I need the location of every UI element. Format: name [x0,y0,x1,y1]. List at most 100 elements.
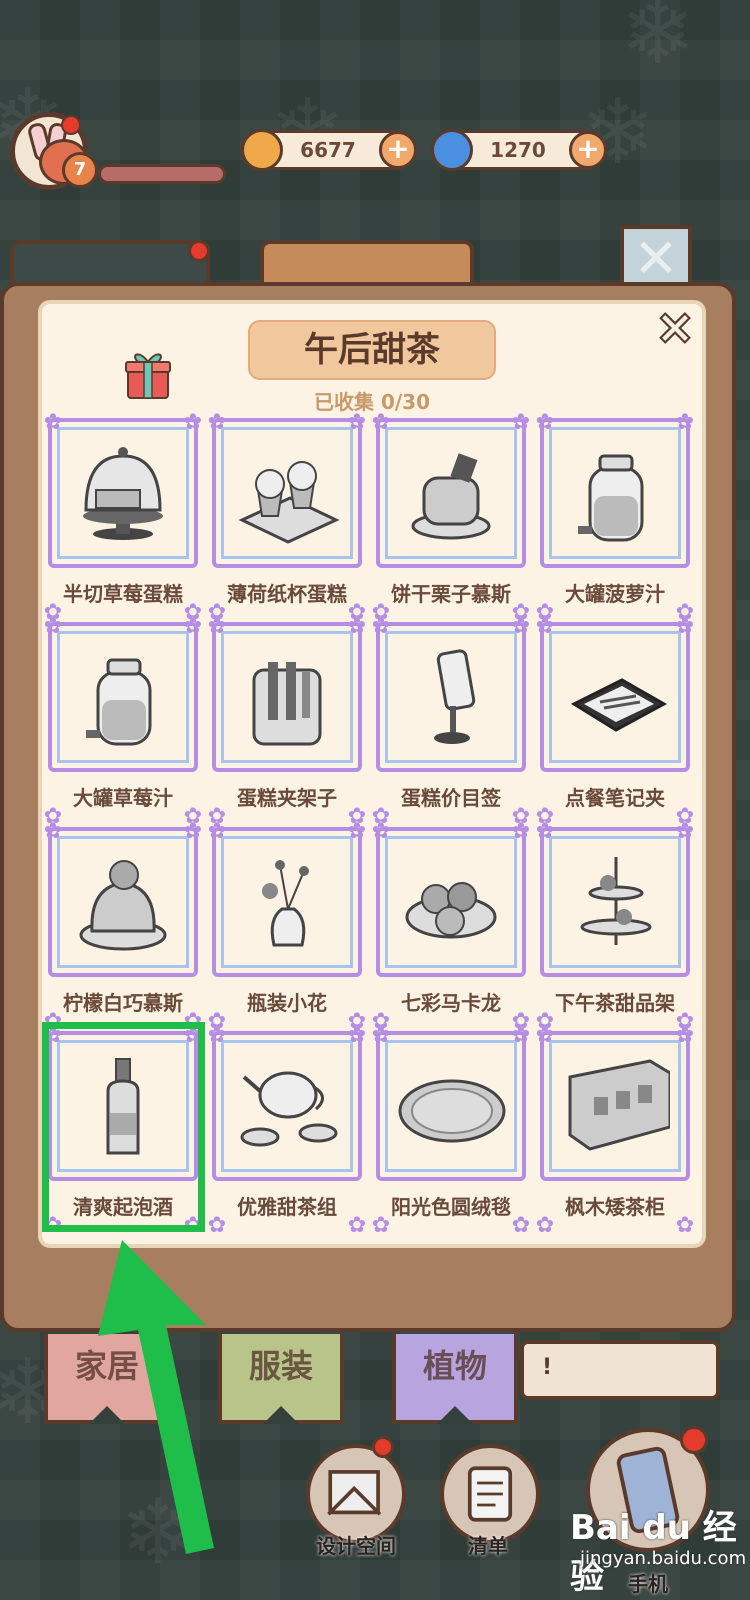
tab-plants[interactable]: 植物 [392,1334,518,1424]
item-name: 下午茶甜品架 [555,991,675,1015]
gem-value: 1270 [490,138,546,162]
notification-dot-icon [188,240,210,262]
collection-item[interactable]: ✿ ✿ ✿ ✿ 七彩马卡龙 [372,821,530,1033]
design-space-label: 设计空间 [316,1534,396,1558]
cupcake-tray-icon [238,461,340,544]
list-button[interactable] [440,1444,540,1544]
collection-item[interactable]: ✿ ✿ ✿ ✿ 薄荷纸杯蛋糕 [208,412,366,624]
ribbon-corner-icon: ✿ [675,1023,695,1048]
swirl-gem-icon [431,129,473,171]
ribbon-corner-icon: ✿ [675,614,695,639]
baidu-watermark-url: jingyan.baidu.com [580,1548,747,1569]
flower-vase-icon [262,860,309,947]
ribbon-corner-icon: ✿ [183,819,203,844]
ribbon-corner-icon: ✿ [535,614,555,639]
list-label: 清单 [468,1534,508,1558]
ribbon-corner-icon: ✿ [535,819,555,844]
ribbon-corner-icon: ✿ [535,1023,555,1048]
item-name: 枫木矮茶柜 [565,1195,665,1219]
tea-set-icon [240,1071,338,1147]
collection-item[interactable]: ✿ ✿ ✿ ✿ 枫木矮茶柜 [536,1025,694,1237]
pudding-icon [79,860,167,951]
notification-dot-icon [372,1436,394,1458]
ribbon-corner-icon: ✿ [43,819,63,844]
ribbon-corner-icon: ✿ [371,614,391,639]
ribbon-corner-icon: ✿ [511,614,531,639]
item-name: 七彩马卡龙 [401,991,501,1015]
scroll-list-icon [467,1466,513,1522]
ribbon-corner-icon: ✿ [347,819,367,844]
tong-rack-icon [252,662,322,746]
item-name: 优雅甜茶组 [237,1195,337,1219]
design-space-button[interactable] [306,1444,406,1544]
collection-item[interactable]: ✿ ✿ ✿ ✿ 瓶装小花 [208,821,366,1033]
gift-icon[interactable] [124,348,172,400]
collection-item[interactable]: ✿ ✿ ✿ ✿ 点餐笔记夹 [536,616,694,828]
ribbon-corner-icon: ✿ [207,614,227,639]
collection-item[interactable]: ✿ ✿ ✿ ✿ 半切草莓蛋糕 [44,412,202,624]
notification-dot-icon [680,1426,708,1454]
experience-bar [98,164,226,184]
item-name: 半切草莓蛋糕 [63,582,183,606]
coin-value: 6677 [300,138,356,162]
snowflake-decoration-icon: ❄ [120,1480,196,1585]
tab-clothing[interactable]: 服装 [218,1334,344,1424]
item-name: 柠檬白巧慕斯 [63,991,183,1015]
item-name: 瓶装小花 [247,991,327,1015]
speech-bubble: ! [520,1340,720,1400]
gem-counter: 1270 + [431,129,607,171]
ribbon-corner-icon: ✿ [207,410,227,435]
tea-cabinet-icon [568,1059,670,1151]
ribbon-corner-icon: ✿ [371,819,391,844]
coin-counter: 6677 + [241,129,417,171]
ribbon-corner-icon: ✿ [43,614,63,639]
dessert-stand-icon [580,857,652,945]
ribbon-corner-icon: ✿ [511,410,531,435]
item-name: 点餐笔记夹 [565,786,665,810]
ribbon-corner-icon: ✿ [371,1023,391,1048]
ribbon-corner-icon: ✿ [347,410,367,435]
add-gems-button[interactable]: + [569,131,607,169]
snowflake-decoration-icon: ❄ [620,0,696,85]
collection-item[interactable]: ✿ ✿ ✿ ✿ 饼干栗子慕斯 [372,412,530,624]
juice-jar-icon [578,454,644,542]
round-rug-icon [398,1079,506,1143]
collection-item[interactable]: ✿ ✿ ✿ ✿ 下午茶甜品架 [536,821,694,1033]
item-name: 薄荷纸杯蛋糕 [227,582,347,606]
ribbon-corner-icon: ✿ [511,819,531,844]
highlight-box [42,1022,205,1232]
notification-dot-icon [61,115,81,135]
clipboard-icon [570,678,668,732]
tab-furniture[interactable]: 家居 [44,1334,170,1424]
add-coins-button[interactable]: + [379,131,417,169]
collection-item[interactable]: ✿ ✿ ✿ ✿ 蛋糕夹架子 [208,616,366,828]
price-sign-icon [434,649,476,744]
mousse-cake-icon [411,453,491,540]
collection-item[interactable]: ✿ ✿ ✿ ✿ 大罐菠萝汁 [536,412,694,624]
ribbon-corner-icon: ✿ [675,410,695,435]
macaron-icon [405,882,497,939]
collection-item[interactable]: ✿ ✿ ✿ ✿ 优雅甜茶组 [208,1025,366,1237]
ribbon-corner-icon: ✿ [207,1023,227,1048]
item-name: 蛋糕夹架子 [237,786,337,810]
coin-icon [241,129,283,171]
collection-item[interactable]: ✿ ✿ ✿ ✿ 大罐草莓汁 [44,616,202,828]
blueprint-icon [327,1470,382,1516]
cake-dome-icon [83,447,163,540]
collection-item[interactable]: ✿ ✿ ✿ ✿ 柠檬白巧慕斯 [44,821,202,1033]
item-name: 阳光色圆绒毯 [391,1195,511,1219]
ribbon-corner-icon: ✿ [511,1023,531,1048]
collection-item[interactable]: ✿ ✿ ✿ ✿ 蛋糕价目签 [372,616,530,828]
close-icon[interactable]: ✕ [652,308,698,354]
juice-jar-icon [86,658,152,746]
level-badge: 7 [62,152,98,188]
ribbon-corner-icon: ✿ [207,819,227,844]
ribbon-corner-icon: ✿ [675,819,695,844]
ribbon-corner-icon: ✿ [183,410,203,435]
ribbon-corner-icon: ✿ [347,1023,367,1048]
collection-item[interactable]: ✿ ✿ ✿ ✿ 阳光色圆绒毯 [372,1025,530,1237]
ribbon-corner-icon: ✿ [43,410,63,435]
item-name: 蛋糕价目签 [401,786,501,810]
collection-title: 午后甜茶 [248,320,496,380]
item-name: 大罐草莓汁 [73,786,173,810]
